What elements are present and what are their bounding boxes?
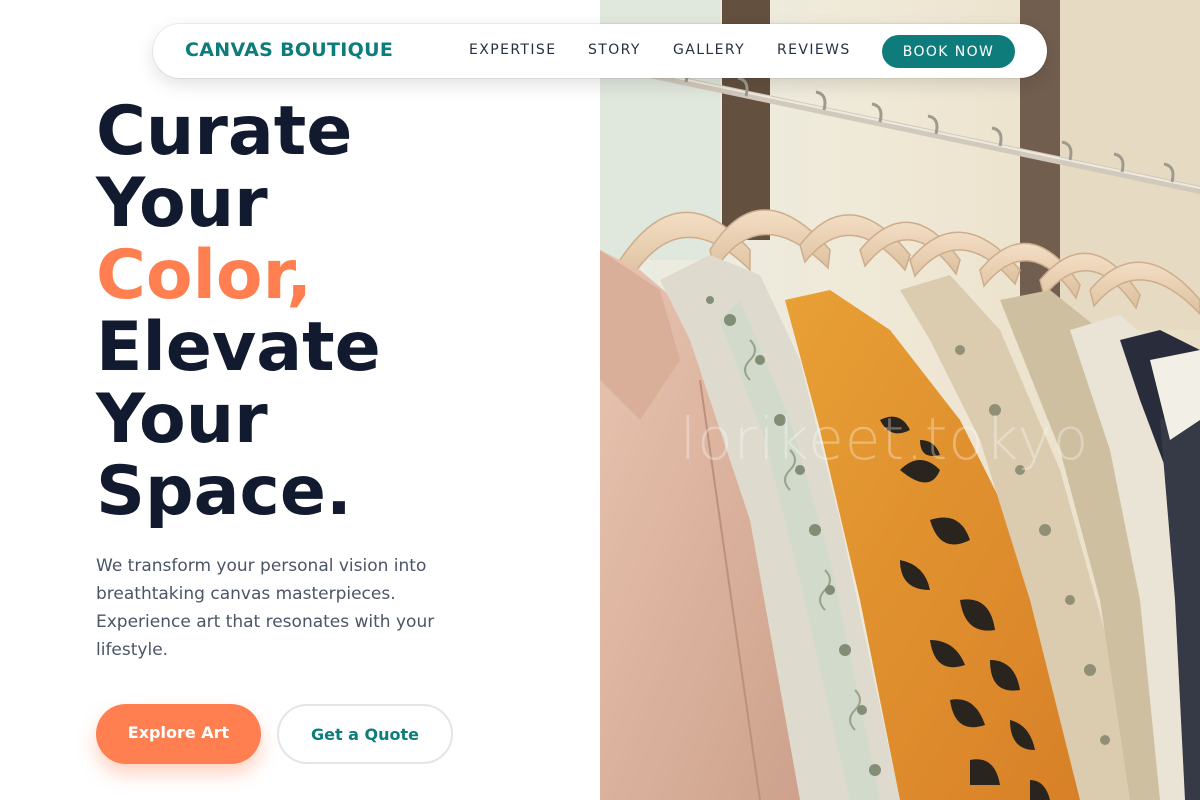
nav-link-expertise[interactable]: EXPERTISE <box>469 42 556 58</box>
top-navbar: CANVAS BOUTIQUE EXPERTISE STORY GALLERY … <box>153 24 1047 78</box>
clothing-rack-photo <box>600 0 1200 800</box>
headline-line: Space. <box>96 452 352 531</box>
brand-logo[interactable]: CANVAS BOUTIQUE <box>185 39 393 61</box>
nav-link-story[interactable]: STORY <box>588 42 641 58</box>
get-quote-button[interactable]: Get a Quote <box>277 704 453 764</box>
book-now-button[interactable]: BOOK NOW <box>882 35 1015 68</box>
nav-link-gallery[interactable]: GALLERY <box>673 42 745 58</box>
headline-accent-line: Color, <box>96 236 313 315</box>
headline-line: Your <box>96 380 268 459</box>
explore-art-button[interactable]: Explore Art <box>96 704 261 764</box>
hero-description: We transform your personal vision into b… <box>96 556 435 660</box>
nav-link-reviews[interactable]: REVIEWS <box>777 42 851 58</box>
headline-line: Your <box>96 164 268 243</box>
hero-image: lorikeet.tokyo <box>600 0 1200 800</box>
headline-line: Elevate <box>96 308 381 387</box>
headline-line: Curate <box>96 92 353 171</box>
hero-headline: Curate Your Color, Elevate Your Space. <box>96 96 556 528</box>
